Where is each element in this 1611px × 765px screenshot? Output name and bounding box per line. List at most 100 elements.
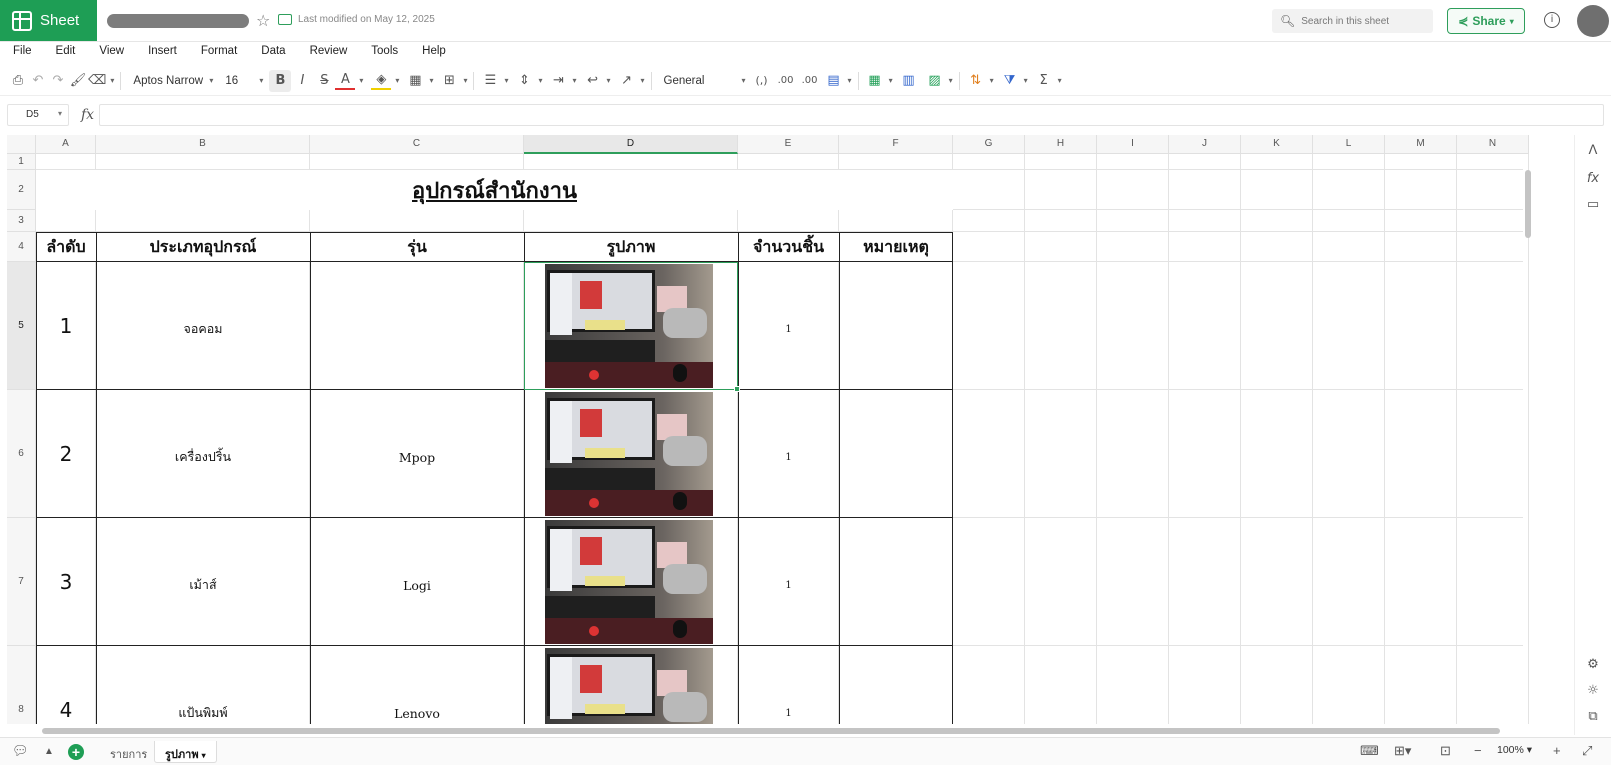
horizontal-scroll-thumb[interactable] <box>42 728 1500 734</box>
column-header-d[interactable]: D <box>524 135 738 154</box>
app-logo[interactable]: Sheet <box>0 0 97 41</box>
table-cell[interactable] <box>839 390 953 518</box>
row-header-4[interactable]: 4 <box>7 232 36 262</box>
formula-input[interactable] <box>99 104 1604 126</box>
sheet-tab[interactable]: รายการ <box>100 741 157 763</box>
equipment-photo[interactable] <box>545 392 713 516</box>
name-box[interactable]: D5 ▾ <box>7 104 69 126</box>
comment-icon[interactable]: ▭ <box>1583 195 1603 215</box>
menu-insert[interactable]: Insert <box>148 42 177 64</box>
vertical-align-icon[interactable]: ⇕ <box>514 70 534 92</box>
search-input[interactable] <box>1301 15 1422 27</box>
wrap-text-icon[interactable]: ↩ <box>583 70 603 92</box>
menu-file[interactable]: File <box>13 42 32 64</box>
add-sheet-button[interactable]: + <box>68 744 84 760</box>
document-name[interactable] <box>107 14 249 28</box>
undo-icon[interactable]: ↶ <box>28 70 48 92</box>
borders-icon[interactable]: ▦ <box>405 70 425 92</box>
equipment-photo[interactable] <box>545 520 713 644</box>
column-header-b[interactable]: B <box>96 135 310 154</box>
table-cell[interactable]: เม้าส์ <box>96 518 310 646</box>
column-header-i[interactable]: I <box>1097 135 1169 154</box>
row-header-6[interactable]: 6 <box>7 390 36 518</box>
table-cell[interactable]: 4 <box>36 646 96 724</box>
table-cell[interactable]: 3 <box>36 518 96 646</box>
column-header-e[interactable]: E <box>738 135 839 154</box>
select-all-corner[interactable] <box>7 135 36 154</box>
menu-tools[interactable]: Tools <box>371 42 398 64</box>
filter-icon[interactable]: ⧩ <box>1000 70 1020 92</box>
print-icon[interactable]: ⎙ <box>8 70 28 92</box>
comma-style-icon[interactable]: (,) <box>752 70 772 92</box>
column-header-k[interactable]: K <box>1241 135 1313 154</box>
text-rotation-icon[interactable]: ↗ <box>617 70 637 92</box>
menu-review[interactable]: Review <box>310 42 348 64</box>
settings-icon[interactable]: ⚙ <box>1583 655 1603 675</box>
menu-data[interactable]: Data <box>261 42 285 64</box>
bold-icon[interactable]: B <box>269 69 292 92</box>
italic-icon[interactable]: I <box>291 70 313 92</box>
table-cell[interactable]: จอคอม <box>96 262 310 390</box>
info-icon[interactable]: i <box>1544 12 1560 28</box>
vertical-scroll-thumb[interactable] <box>1525 170 1531 238</box>
column-header-f[interactable]: F <box>839 135 953 154</box>
number-format-select[interactable]: General ▾ <box>658 70 752 92</box>
row-header-1[interactable]: 1 <box>7 154 36 170</box>
table-cell[interactable]: Lenovo <box>310 646 524 724</box>
chart-icon[interactable]: ▥ <box>899 70 919 92</box>
table-cell[interactable]: Logi <box>310 518 524 646</box>
row-header-2[interactable]: 2 <box>7 170 36 210</box>
table-cell[interactable]: 1 <box>738 518 839 646</box>
image-icon[interactable]: ▨ <box>925 70 945 92</box>
column-header-m[interactable]: M <box>1385 135 1457 154</box>
function-panel-icon[interactable]: fx <box>1583 169 1603 189</box>
table-cell[interactable]: 1 <box>738 646 839 724</box>
column-header-g[interactable]: G <box>953 135 1025 154</box>
sum-icon[interactable]: Σ <box>1034 70 1054 92</box>
avatar[interactable] <box>1577 5 1609 37</box>
vertical-scrollbar[interactable] <box>1523 152 1533 707</box>
font-color-icon[interactable]: A <box>335 72 356 90</box>
sort-icon[interactable]: ⇅ <box>966 70 986 92</box>
menu-edit[interactable]: Edit <box>56 42 76 64</box>
table-cell[interactable]: 1 <box>738 390 839 518</box>
zoom-out-icon[interactable]: − <box>1474 743 1482 758</box>
table-cell[interactable]: เครื่องปริ้น <box>96 390 310 518</box>
table-cell[interactable] <box>310 262 524 390</box>
apps-icon[interactable]: ⧉ <box>1583 707 1603 727</box>
sheet-grid[interactable]: A B C D E F G H I J K L M N 1 2 3 4 5 6 7 8 อุปกรณ์สำนักงาน ลำด… <box>7 135 1563 724</box>
sheet-tab-active[interactable]: รูปภาพ ▾ <box>154 741 217 763</box>
decrease-decimal-icon[interactable]: .00 <box>800 70 820 92</box>
align-left-icon[interactable]: ☰ <box>480 70 500 92</box>
menu-view[interactable]: View <box>99 42 124 64</box>
sheet-list-icon[interactable]: ▲ <box>44 746 54 757</box>
zoom-in-icon[interactable]: + <box>1553 743 1561 758</box>
selection-fill-handle[interactable] <box>734 386 740 392</box>
menu-format[interactable]: Format <box>201 42 237 64</box>
increase-decimal-icon[interactable]: .00 <box>776 70 796 92</box>
column-header-h[interactable]: H <box>1025 135 1097 154</box>
row-header-8[interactable]: 8 <box>7 646 36 724</box>
table-cell[interactable]: แป้นพิมพ์ <box>96 646 310 724</box>
font-family-select[interactable]: Aptos Narrow ▾ <box>127 70 219 92</box>
column-header-c[interactable]: C <box>310 135 524 154</box>
translate-icon[interactable]: ᐱ <box>1583 141 1603 161</box>
fullscreen-icon[interactable]: ⤢ <box>1582 743 1592 759</box>
row-header-7[interactable]: 7 <box>7 518 36 646</box>
redo-icon[interactable]: ↷ <box>48 70 68 92</box>
paint-format-icon[interactable]: 🖌︎ <box>68 70 88 92</box>
column-header-a[interactable]: A <box>36 135 96 154</box>
table-cell[interactable]: 2 <box>36 390 96 518</box>
fill-color-icon[interactable]: ◈ <box>371 72 392 90</box>
view-mode-icon[interactable]: ⊞▾ <box>1394 743 1411 759</box>
table-cell[interactable]: 1 <box>36 262 96 390</box>
conditional-format-icon[interactable]: ▤ <box>824 70 844 92</box>
table-cell[interactable]: 1 <box>738 262 839 390</box>
table-icon[interactable]: ▦ <box>865 70 885 92</box>
search-box[interactable]: 🔍︎ <box>1272 9 1433 33</box>
horizontal-scrollbar[interactable] <box>36 726 1526 736</box>
table-cell[interactable]: Mpop <box>310 390 524 518</box>
star-icon[interactable]: ☆ <box>256 11 270 30</box>
table-cell[interactable] <box>839 518 953 646</box>
row-header-5[interactable]: 5 <box>7 262 36 390</box>
